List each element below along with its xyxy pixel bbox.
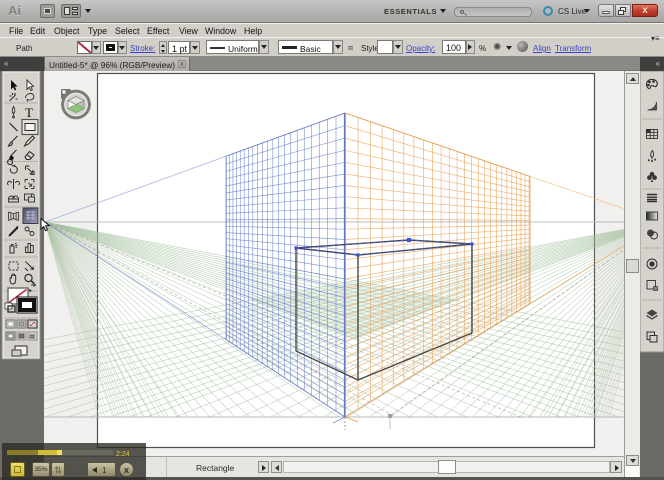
svg-text:T: T: [25, 105, 33, 120]
